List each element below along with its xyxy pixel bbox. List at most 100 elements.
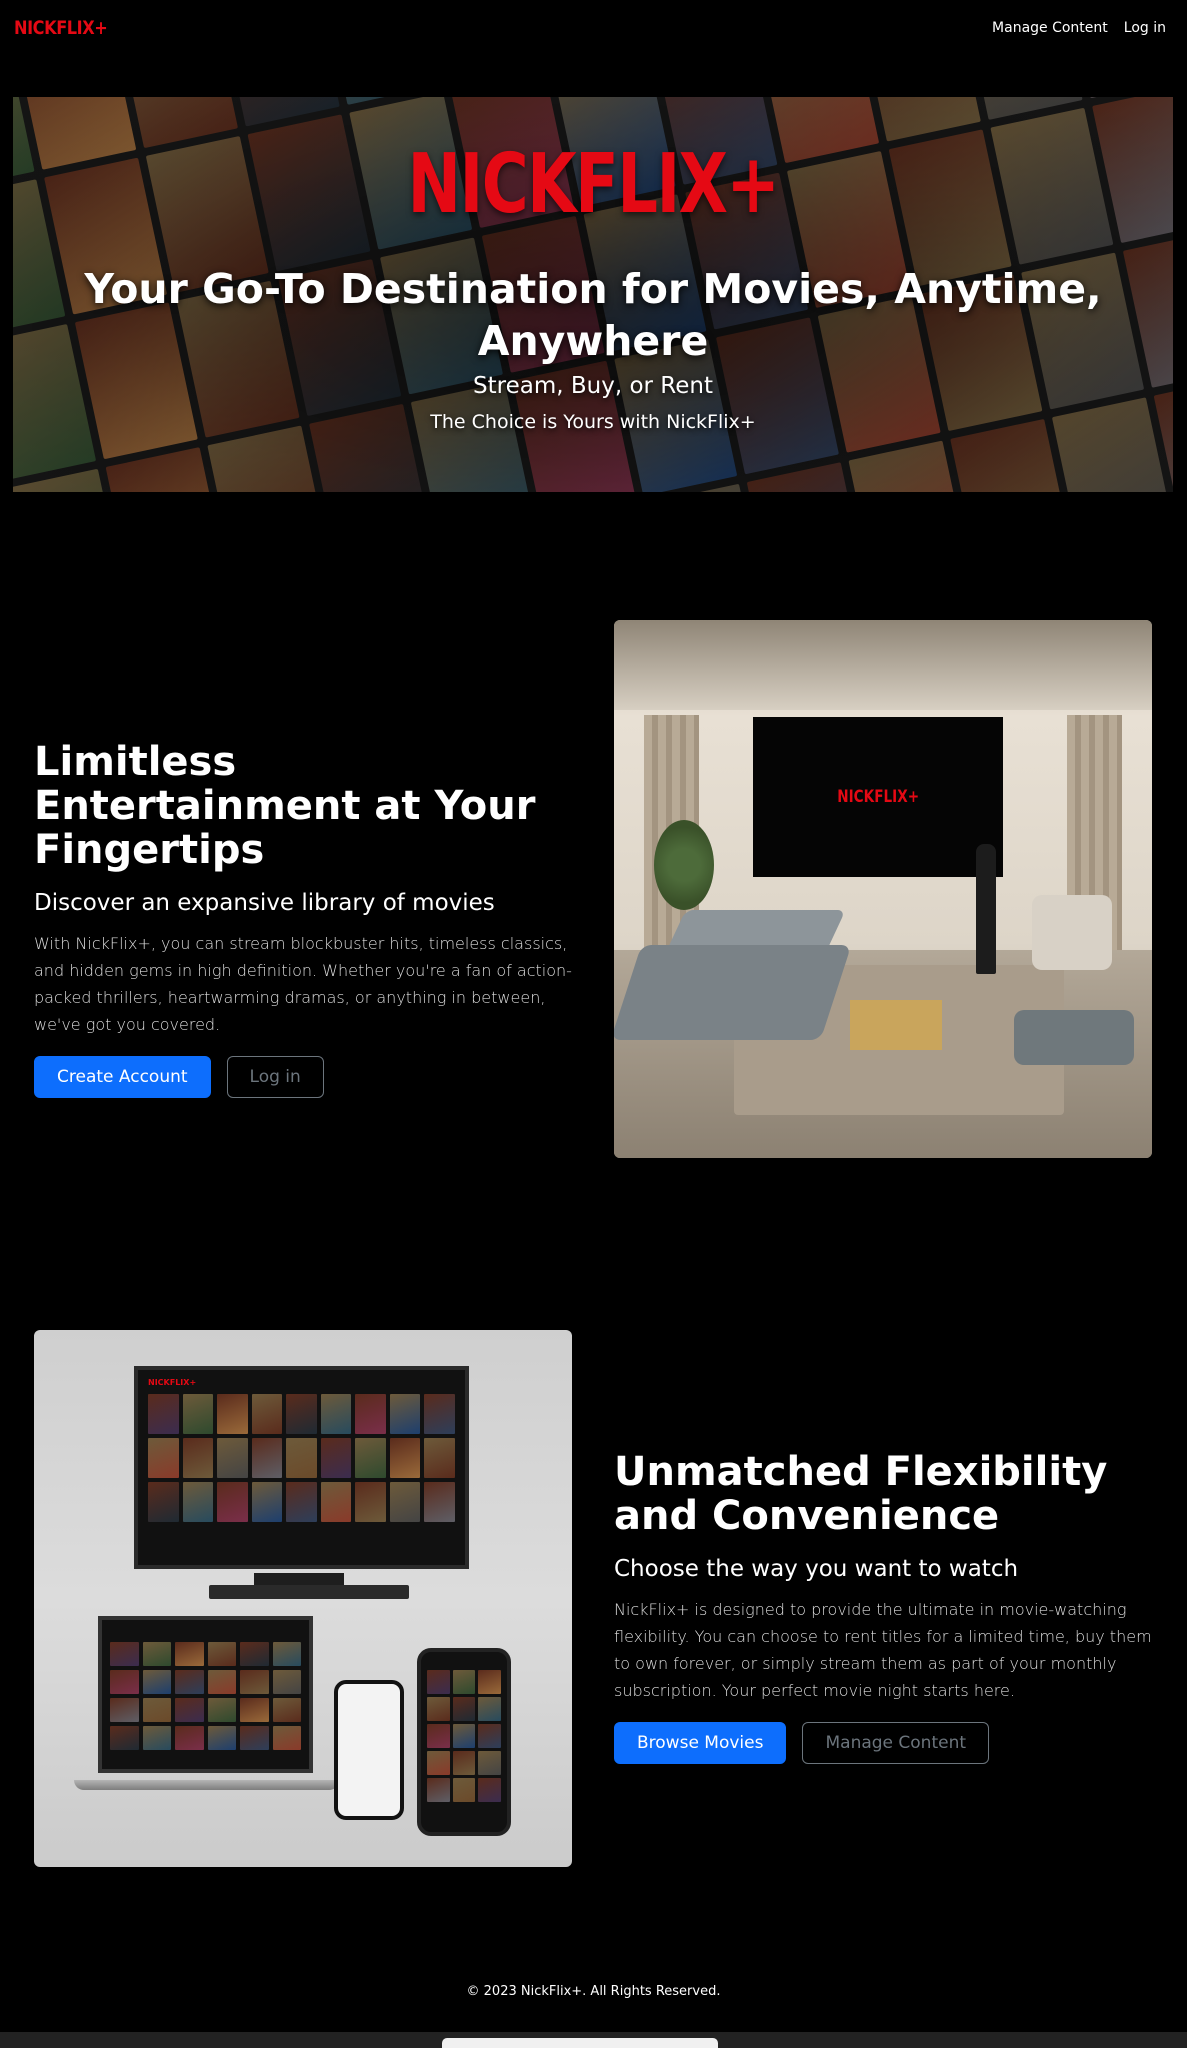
poster-tile [142, 1726, 171, 1750]
poster-tile [320, 1482, 352, 1522]
poster-tile [207, 1670, 236, 1694]
feature-section-flexibility: Unmatched Flexibility and Convenience Ch… [614, 1450, 1159, 1764]
poster-tile [110, 1698, 139, 1722]
poster-tile [251, 1394, 283, 1434]
poster-tile [217, 1394, 248, 1434]
living-room-image: NICKFLIX+ [614, 620, 1152, 1158]
poster-tile [286, 1482, 317, 1522]
poster-tile [207, 1726, 236, 1750]
poster-tile [110, 1642, 139, 1666]
poster-tile [452, 1670, 476, 1694]
poster-tile [320, 1438, 352, 1478]
poster-tile [182, 1482, 214, 1522]
poster-tile [175, 1698, 204, 1722]
monitor: NICKFLIX+ [134, 1366, 469, 1569]
poster-tile [272, 1726, 301, 1750]
section-subheading: Discover an expansive library of movies [34, 890, 495, 916]
phone-large [417, 1648, 511, 1836]
poster-tile [142, 1642, 171, 1666]
poster-tile [389, 1482, 421, 1522]
poster-tile [355, 1482, 386, 1522]
poster-tile [148, 1394, 179, 1434]
poster-tile [175, 1726, 204, 1750]
scroll-pill [442, 2038, 718, 2048]
poster-tile [110, 1670, 139, 1694]
nav-links: Manage Content Log in [992, 20, 1166, 36]
poster-tile [355, 1438, 386, 1478]
poster-tile [182, 1394, 214, 1434]
button-row: Browse Movies Manage Content [614, 1722, 1159, 1764]
poster-tile [251, 1482, 283, 1522]
poster-tile [272, 1698, 301, 1722]
button-row: Create Account Log in [34, 1056, 574, 1098]
poster-tile [427, 1724, 450, 1748]
poster-tile [175, 1670, 204, 1694]
ceiling [614, 620, 1152, 710]
poster-tile [286, 1438, 317, 1478]
poster-tile [182, 1438, 214, 1478]
navbar: NICKFLIX+ Manage Content Log in [0, 0, 1187, 56]
browse-movies-button[interactable]: Browse Movies [614, 1722, 787, 1764]
monitor-base [209, 1585, 409, 1599]
laptop-poster-grid [110, 1642, 301, 1750]
tv-logo: NICKFLIX+ [837, 787, 919, 807]
login-button[interactable]: Log in [226, 1056, 324, 1098]
monitor-poster-grid [148, 1394, 455, 1522]
poster-tile [389, 1438, 421, 1478]
poster-tile [478, 1670, 501, 1694]
hero-logo: NICKFLIX+ [407, 137, 780, 232]
browser-bottom-bar [0, 2032, 1187, 2048]
nav-manage-content-link[interactable]: Manage Content [992, 20, 1108, 36]
poster-tile [251, 1438, 283, 1478]
poster-tile [452, 1778, 476, 1802]
phone-small [334, 1680, 404, 1820]
ottoman [1014, 1010, 1134, 1065]
poster-tile [427, 1670, 450, 1694]
laptop-base [74, 1780, 339, 1790]
tv-screen: NICKFLIX+ [753, 717, 1003, 877]
poster-tile [207, 1698, 236, 1722]
poster-tile [478, 1697, 501, 1721]
poster-tile [452, 1697, 476, 1721]
section-body: With NickFlix+, you can stream blockbust… [34, 934, 572, 1034]
poster-tile [427, 1697, 450, 1721]
brand-logo[interactable]: NICKFLIX+ [14, 17, 108, 39]
section-heading: Unmatched Flexibility and Convenience [614, 1449, 1108, 1539]
hero-banner: NICKFLIX+ Your Go-To Destination for Mov… [13, 97, 1173, 492]
manage-content-button[interactable]: Manage Content [802, 1722, 990, 1764]
poster-tile [478, 1778, 501, 1802]
poster-tile [207, 1642, 236, 1666]
hero-tagline: The Choice is Yours with NickFlix+ [430, 411, 756, 433]
poster-tile [217, 1438, 248, 1478]
section-body: NickFlix+ is designed to provide the ult… [614, 1600, 1152, 1700]
nav-login-link[interactable]: Log in [1124, 20, 1166, 36]
armchair [1032, 895, 1112, 970]
section-subheading: Choose the way you want to watch [614, 1556, 1019, 1582]
coffee-table [850, 1000, 942, 1050]
poster-tile [110, 1726, 139, 1750]
monitor-brand: NICKFLIX+ [148, 1378, 197, 1387]
hero-title: Your Go-To Destination for Movies, Anyti… [84, 265, 1102, 365]
poster-tile [148, 1482, 179, 1522]
poster-tile [452, 1724, 476, 1748]
create-account-button[interactable]: Create Account [34, 1056, 211, 1098]
poster-tile [272, 1642, 301, 1666]
poster-tile [148, 1438, 179, 1478]
poster-tile [424, 1482, 455, 1522]
poster-tile [389, 1394, 421, 1434]
section-heading: Limitless Entertainment at Your Fingerti… [34, 739, 536, 873]
person [976, 844, 996, 974]
poster-tile [240, 1642, 269, 1666]
poster-tile [478, 1751, 501, 1775]
devices-image: NICKFLIX+ [34, 1330, 572, 1867]
poster-tile [240, 1726, 269, 1750]
poster-tile [320, 1394, 352, 1434]
poster-tile [175, 1642, 204, 1666]
poster-tile [355, 1394, 386, 1434]
poster-tile [478, 1724, 501, 1748]
poster-tile [142, 1698, 171, 1722]
phone-poster-grid [427, 1670, 501, 1802]
poster-tile [427, 1778, 450, 1802]
poster-tile [286, 1394, 317, 1434]
poster-tile [427, 1751, 450, 1775]
